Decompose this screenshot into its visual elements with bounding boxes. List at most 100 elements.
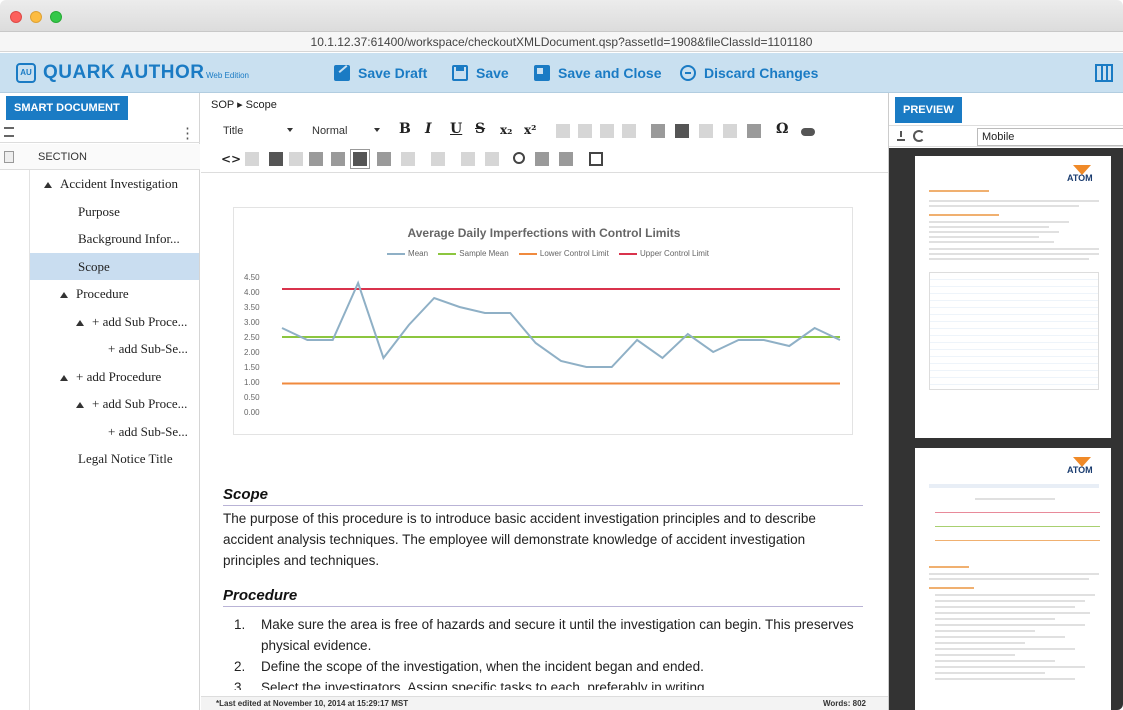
- filter-icon[interactable]: [4, 127, 14, 137]
- y-tick-label: 0.50: [244, 393, 260, 402]
- replace-icon[interactable]: [535, 152, 549, 166]
- sidebar-item-add-procedure[interactable]: + add Procedure: [30, 363, 199, 391]
- link-icon[interactable]: [801, 128, 815, 136]
- sidebar-item-procedure[interactable]: Procedure: [30, 280, 199, 308]
- download-icon[interactable]: [897, 131, 905, 141]
- comments-dropdown-icon[interactable]: [401, 152, 415, 166]
- collapse-caret-icon[interactable]: [44, 182, 52, 189]
- superscript-button[interactable]: x²: [524, 123, 536, 137]
- accept-dropdown-icon[interactable]: [431, 152, 445, 166]
- insert-link-icon[interactable]: [651, 124, 665, 138]
- preview-line: [929, 578, 1089, 580]
- save-and-close-label: Save and Close: [558, 65, 662, 81]
- save-label: Save: [476, 65, 509, 81]
- app-name: QUARK AUTHOR: [43, 62, 205, 83]
- paragraph-select[interactable]: Normal: [312, 125, 347, 137]
- scope-heading[interactable]: Scope: [223, 486, 863, 506]
- sidebar-item-legal-notice[interactable]: Legal Notice Title: [30, 445, 199, 473]
- preview-canvas[interactable]: ATOM ATOM: [889, 148, 1123, 710]
- browser-window: 10.1.12.37:61400/workspace/checkoutXMLDo…: [0, 0, 1123, 710]
- sidebar-item-add-sub-procedure[interactable]: + add Sub Proce...: [30, 390, 199, 418]
- sidebar-item-add-sub-section[interactable]: + add Sub-Se...: [30, 335, 199, 363]
- preview-line: [929, 236, 1039, 238]
- sidebar-item-add-sub-section[interactable]: + add Sub-Se...: [30, 418, 199, 446]
- procedure-heading[interactable]: Procedure: [223, 587, 863, 607]
- reject-change-icon[interactable]: [331, 152, 345, 166]
- style-dropdown-icon[interactable]: [287, 128, 293, 132]
- next-change-icon[interactable]: [485, 152, 499, 166]
- sidebar-item-add-sub-procedure[interactable]: + add Sub Proce...: [30, 308, 199, 336]
- preview-line: [935, 612, 1090, 614]
- forward-icon[interactable]: [289, 152, 303, 166]
- refresh-icon[interactable]: [913, 130, 925, 142]
- list-item[interactable]: 2. Define the scope of the investigation,…: [221, 656, 861, 677]
- sidebar-item-purpose[interactable]: Purpose: [30, 198, 199, 226]
- numbered-list-icon[interactable]: [556, 124, 570, 138]
- special-character-button[interactable]: Ω: [776, 121, 788, 137]
- list-item[interactable]: 3. Select the investigators. Assign speci…: [221, 677, 861, 690]
- sidebar-item-label: Procedure: [76, 286, 129, 301]
- last-edited-status: *Last edited at November 10, 2014 at 15:…: [216, 699, 409, 708]
- save-draft-button[interactable]: Save Draft: [334, 65, 427, 81]
- search-icon[interactable]: [513, 152, 525, 164]
- collapse-caret-icon[interactable]: [60, 292, 68, 299]
- show-changes-icon[interactable]: [350, 149, 370, 169]
- insert-component-icon[interactable]: [747, 124, 761, 138]
- bulleted-list-icon[interactable]: [578, 124, 592, 138]
- collapse-caret-icon[interactable]: [60, 374, 68, 381]
- save-and-close-button[interactable]: Save and Close: [534, 65, 662, 81]
- preview-line: [929, 248, 1099, 250]
- address-bar[interactable]: 10.1.12.37:61400/workspace/checkoutXMLDo…: [0, 32, 1123, 52]
- preview-toolbar: Mobile: [889, 125, 1123, 147]
- preview-line: [929, 573, 1099, 575]
- preview-line: [935, 654, 1015, 656]
- track-changes-icon[interactable]: [309, 152, 323, 166]
- undo-icon[interactable]: [269, 152, 283, 166]
- layout-columns-icon[interactable]: [1095, 64, 1113, 82]
- indent-decrease-icon[interactable]: [600, 124, 614, 138]
- smart-document-tab[interactable]: SMART DOCUMENT: [6, 96, 128, 120]
- underline-button[interactable]: U: [450, 121, 462, 137]
- discard-changes-button[interactable]: Discard Changes: [680, 65, 818, 81]
- save-button[interactable]: Save: [452, 65, 509, 81]
- sidebar-item-background[interactable]: Background Infor...: [30, 225, 199, 253]
- comment-icon[interactable]: [377, 152, 391, 166]
- scope-paragraph[interactable]: The purpose of this procedure is to intr…: [223, 508, 853, 571]
- status-bar: *Last edited at November 10, 2014 at 15:…: [201, 696, 888, 710]
- paragraph-dropdown-icon[interactable]: [374, 128, 380, 132]
- device-select[interactable]: Mobile: [977, 128, 1123, 146]
- insert-media-icon[interactable]: [699, 124, 713, 138]
- spellcheck-icon[interactable]: [559, 152, 573, 166]
- code-view-button[interactable]: <>: [221, 152, 241, 166]
- insert-table-icon[interactable]: [723, 124, 737, 138]
- document-content[interactable]: Average Daily Imperfections with Control…: [201, 175, 888, 690]
- indent-increase-icon[interactable]: [622, 124, 636, 138]
- strikethrough-button[interactable]: S: [475, 121, 485, 137]
- close-window-button[interactable]: [10, 11, 22, 23]
- list-item[interactable]: 1. Make sure the area is free of hazards …: [221, 614, 861, 656]
- zoom-window-button[interactable]: [50, 11, 62, 23]
- sidebar-item-label: Purpose: [78, 203, 120, 219]
- breadcrumb[interactable]: SOP ▸ Scope: [211, 98, 277, 111]
- preview-line: [935, 540, 1100, 541]
- style-select[interactable]: Title: [223, 125, 243, 137]
- sidebar-item-scope[interactable]: Scope: [30, 252, 199, 280]
- preview-line: [975, 498, 1055, 500]
- subscript-button[interactable]: x₂: [500, 123, 512, 137]
- preview-line: [935, 648, 1075, 650]
- sidebar-item-accident-investigation[interactable]: Accident Investigation: [30, 170, 199, 198]
- table-icon[interactable]: [589, 152, 603, 166]
- redo-icon[interactable]: [245, 152, 259, 166]
- list-item-text: Make sure the area is free of hazards an…: [261, 617, 854, 653]
- preview-line: [935, 512, 1100, 513]
- insert-image-icon[interactable]: [675, 124, 689, 138]
- italic-button[interactable]: I: [425, 121, 432, 137]
- preview-table: [929, 272, 1099, 390]
- more-options-icon[interactable]: [180, 124, 195, 142]
- bold-button[interactable]: B: [399, 121, 411, 137]
- minimize-window-button[interactable]: [30, 11, 42, 23]
- preview-tab[interactable]: PREVIEW: [895, 97, 962, 123]
- previous-change-icon[interactable]: [461, 152, 475, 166]
- collapse-caret-icon[interactable]: [76, 319, 84, 326]
- collapse-caret-icon[interactable]: [76, 402, 84, 409]
